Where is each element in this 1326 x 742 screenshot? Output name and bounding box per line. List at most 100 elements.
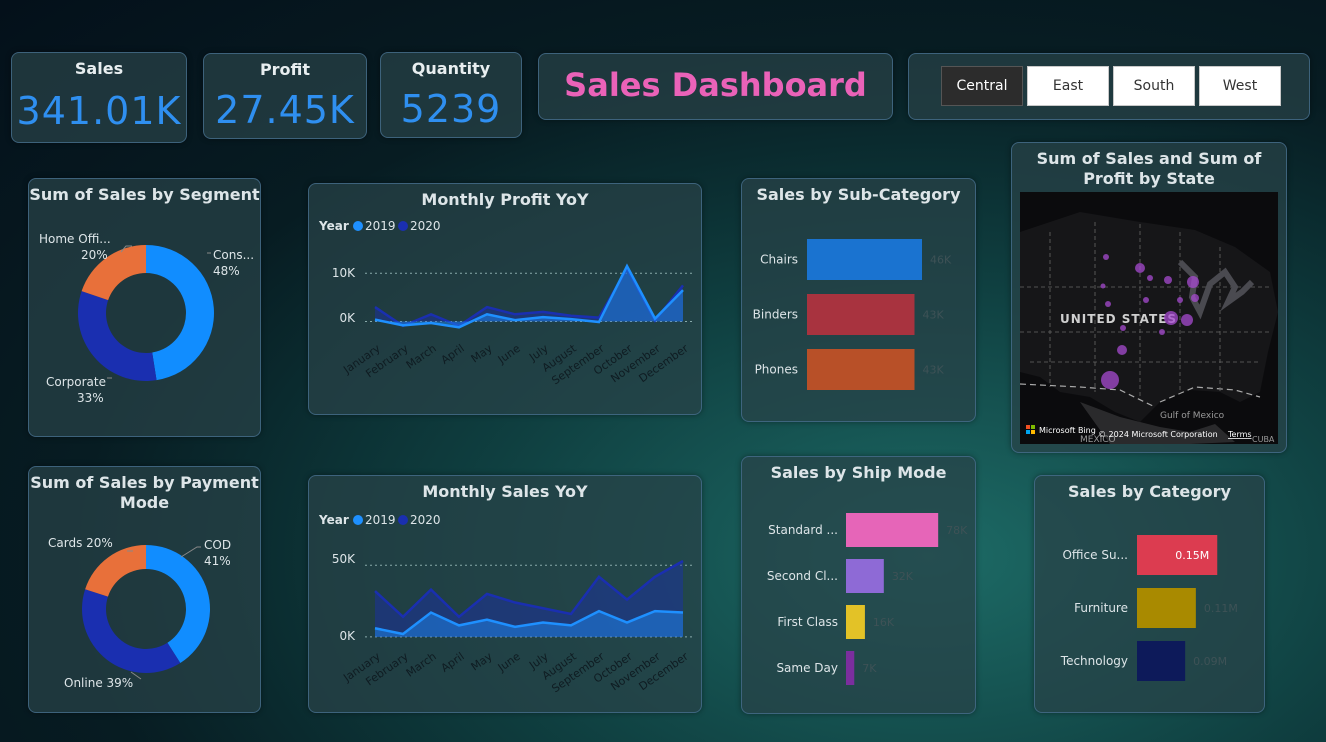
syoy-xtick-april: April <box>439 650 467 675</box>
category-label-office-su: Office Su... <box>1062 548 1128 562</box>
map-cuba-label: CUBA <box>1252 435 1275 444</box>
shipmode-bar-second-cl[interactable] <box>846 559 884 593</box>
subcat-label-phones: Phones <box>755 363 798 377</box>
category-bar-technology[interactable] <box>1137 641 1186 681</box>
payment-label-online: Online 39% <box>64 676 133 690</box>
kpi-sales-label: Sales <box>74 59 124 78</box>
sales-yoy-legend-dot-2019 <box>353 515 363 525</box>
payment-donut-chart[interactable]: COD 41% Cards 20% Online 39% <box>29 467 262 714</box>
shipmode-bar-chart[interactable]: Standard ... 78K Second Cl... 32K First Clas… <box>742 457 977 715</box>
shipmode-data-label-second-cl: 32K <box>892 570 914 583</box>
kpi-quantity-label: Quantity <box>411 59 491 78</box>
subcat-data-label-phones: 43K <box>923 364 945 377</box>
subcategory-card[interactable]: Sales by Sub-Category Chairs 46K Binders 43… <box>741 178 976 422</box>
profit-yoy-card[interactable]: Monthly Profit YoY Year 2019 2020 10K 0K… <box>308 183 702 415</box>
profit-yoy-ytick-0k: 0K <box>339 311 356 325</box>
profit-yoy-legend-title: Year <box>318 219 349 233</box>
payment-label-cards: Cards 20% <box>48 536 113 550</box>
kpi-profit-label: Profit <box>259 60 311 79</box>
payment-donut-card[interactable]: Sum of Sales by Payment Mode COD 41% Car… <box>28 466 261 713</box>
profit-yoy-ytick-10k: 10K <box>332 266 356 280</box>
pyoy-xtick-march: March <box>404 342 439 372</box>
profit-yoy-legend-2019: 2019 <box>365 219 396 233</box>
segment-donut-card[interactable]: Sum of Sales by Segment Cons... 48% Home… <box>28 178 261 437</box>
shipmode-bar-standard[interactable] <box>846 513 939 547</box>
kpi-sales-card: Sales 341.01K <box>11 52 187 143</box>
subcat-label-binders: Binders <box>753 308 798 322</box>
subcat-bar-binders[interactable] <box>807 294 915 335</box>
region-slicer: Central East South West <box>908 53 1310 120</box>
profit-yoy-legend-2020: 2020 <box>410 219 441 233</box>
sales-yoy-legend-title: Year <box>318 513 349 527</box>
subcat-bar-chairs[interactable] <box>807 239 922 280</box>
category-bar-chart[interactable]: Office Su... 0.15M Furniture 0.11M Technolog… <box>1035 476 1266 714</box>
payment-pct-cod: 41% <box>204 554 231 568</box>
shipmode-label-first-class: First Class <box>777 615 838 629</box>
segment-label-consumer: Cons... <box>213 248 254 262</box>
shipmode-bar-same-day[interactable] <box>846 651 855 685</box>
profit-yoy-chart[interactable]: Year 2019 2020 10K 0K JanuaryFebruaryMar… <box>309 184 703 416</box>
category-label-furniture: Furniture <box>1074 601 1128 615</box>
category-data-label-furniture: 0.11M <box>1204 602 1238 615</box>
shipmode-bar-first-class[interactable] <box>846 605 865 639</box>
segment-slice-corporate[interactable] <box>78 291 157 381</box>
dashboard-title-card: Sales Dashboard <box>538 53 893 120</box>
region-button-west[interactable]: West <box>1199 66 1281 106</box>
profit-yoy-legend-dot-2019 <box>353 221 363 231</box>
segment-pct-home-office: 20% <box>81 248 108 262</box>
subcat-bar-phones[interactable] <box>807 349 915 390</box>
segment-donut-chart[interactable]: Cons... 48% Home Offi... 20% Corporate 3… <box>29 179 262 438</box>
kpi-quantity-card: Quantity 5239 <box>380 52 522 138</box>
category-data-label-technology: 0.09M <box>1193 655 1227 668</box>
state-map[interactable]: UNITED STATES Gulf of Mexico MEXICO CUBA… <box>1020 192 1278 444</box>
sales-yoy-legend-dot-2020 <box>398 515 408 525</box>
syoy-xtick-june: June <box>495 650 523 675</box>
profit-yoy-legend-dot-2020 <box>398 221 408 231</box>
dashboard-title: Sales Dashboard <box>564 66 867 104</box>
shipmode-card[interactable]: Sales by Ship Mode Standard ... 78K Second… <box>741 456 976 714</box>
category-bar-furniture[interactable] <box>1137 588 1196 628</box>
sales-yoy-card[interactable]: Monthly Sales YoY Year 2019 2020 50K 0K … <box>308 475 702 713</box>
pyoy-xtick-june: June <box>495 342 523 367</box>
region-button-south[interactable]: South <box>1113 66 1195 106</box>
shipmode-data-label-standard: 78K <box>946 524 968 537</box>
syoy-xtick-march: March <box>404 650 439 680</box>
shipmode-label-same-day: Same Day <box>776 661 838 675</box>
payment-label-cod: COD <box>204 538 231 552</box>
kpi-profit-value: 27.45K <box>215 88 355 132</box>
payment-slice-cards[interactable] <box>85 545 146 597</box>
category-card[interactable]: Sales by Category Office Su... 0.15M Furni… <box>1034 475 1265 713</box>
state-map-card[interactable]: Sum of Sales and Sum of Profit by State … <box>1011 142 1287 453</box>
sales-yoy-ytick-50k: 50K <box>332 552 356 566</box>
shipmode-data-label-first-class: 16K <box>873 616 895 629</box>
region-button-central[interactable]: Central <box>941 66 1023 106</box>
payment-slice-cod[interactable] <box>146 545 210 664</box>
syoy-xtick-may: May <box>469 650 495 674</box>
segment-label-corporate: Corporate <box>46 375 106 389</box>
shipmode-label-standard: Standard ... <box>768 523 838 537</box>
map-copyright: © 2024 Microsoft Corporation <box>1098 430 1218 439</box>
map-bing-label: Microsoft Bing <box>1039 426 1096 435</box>
sales-yoy-legend-2020: 2020 <box>410 513 441 527</box>
map-terms-link[interactable]: Terms <box>1227 430 1252 439</box>
segment-slice-consumer[interactable] <box>146 245 215 381</box>
subcat-data-label-chairs: 46K <box>930 254 952 267</box>
payment-slice-online[interactable] <box>82 589 181 673</box>
subcat-data-label-binders: 43K <box>923 309 945 322</box>
segment-pct-consumer: 48% <box>213 264 240 278</box>
sales-yoy-chart[interactable]: Year 2019 2020 50K 0K JanuaryFebruaryMar… <box>309 476 703 714</box>
map-title: Sum of Sales and Sum of Profit by State <box>1036 149 1262 188</box>
kpi-profit-card: Profit 27.45K <box>203 53 367 139</box>
region-button-east[interactable]: East <box>1027 66 1109 106</box>
segment-label-home-office: Home Offi... <box>39 232 111 246</box>
segment-pct-corporate: 33% <box>77 391 104 405</box>
kpi-quantity-value: 5239 <box>400 87 502 131</box>
shipmode-data-label-same-day: 7K <box>862 662 877 675</box>
subcategory-bar-chart[interactable]: Chairs 46K Binders 43K Phones 43K <box>742 179 977 423</box>
pyoy-xtick-april: April <box>439 342 467 367</box>
sales-yoy-ytick-0k: 0K <box>339 629 356 643</box>
kpi-sales-value: 341.01K <box>16 89 182 133</box>
map-country-label: UNITED STATES <box>1060 312 1177 326</box>
subcat-label-chairs: Chairs <box>760 253 798 267</box>
sales-yoy-legend-2019: 2019 <box>365 513 396 527</box>
